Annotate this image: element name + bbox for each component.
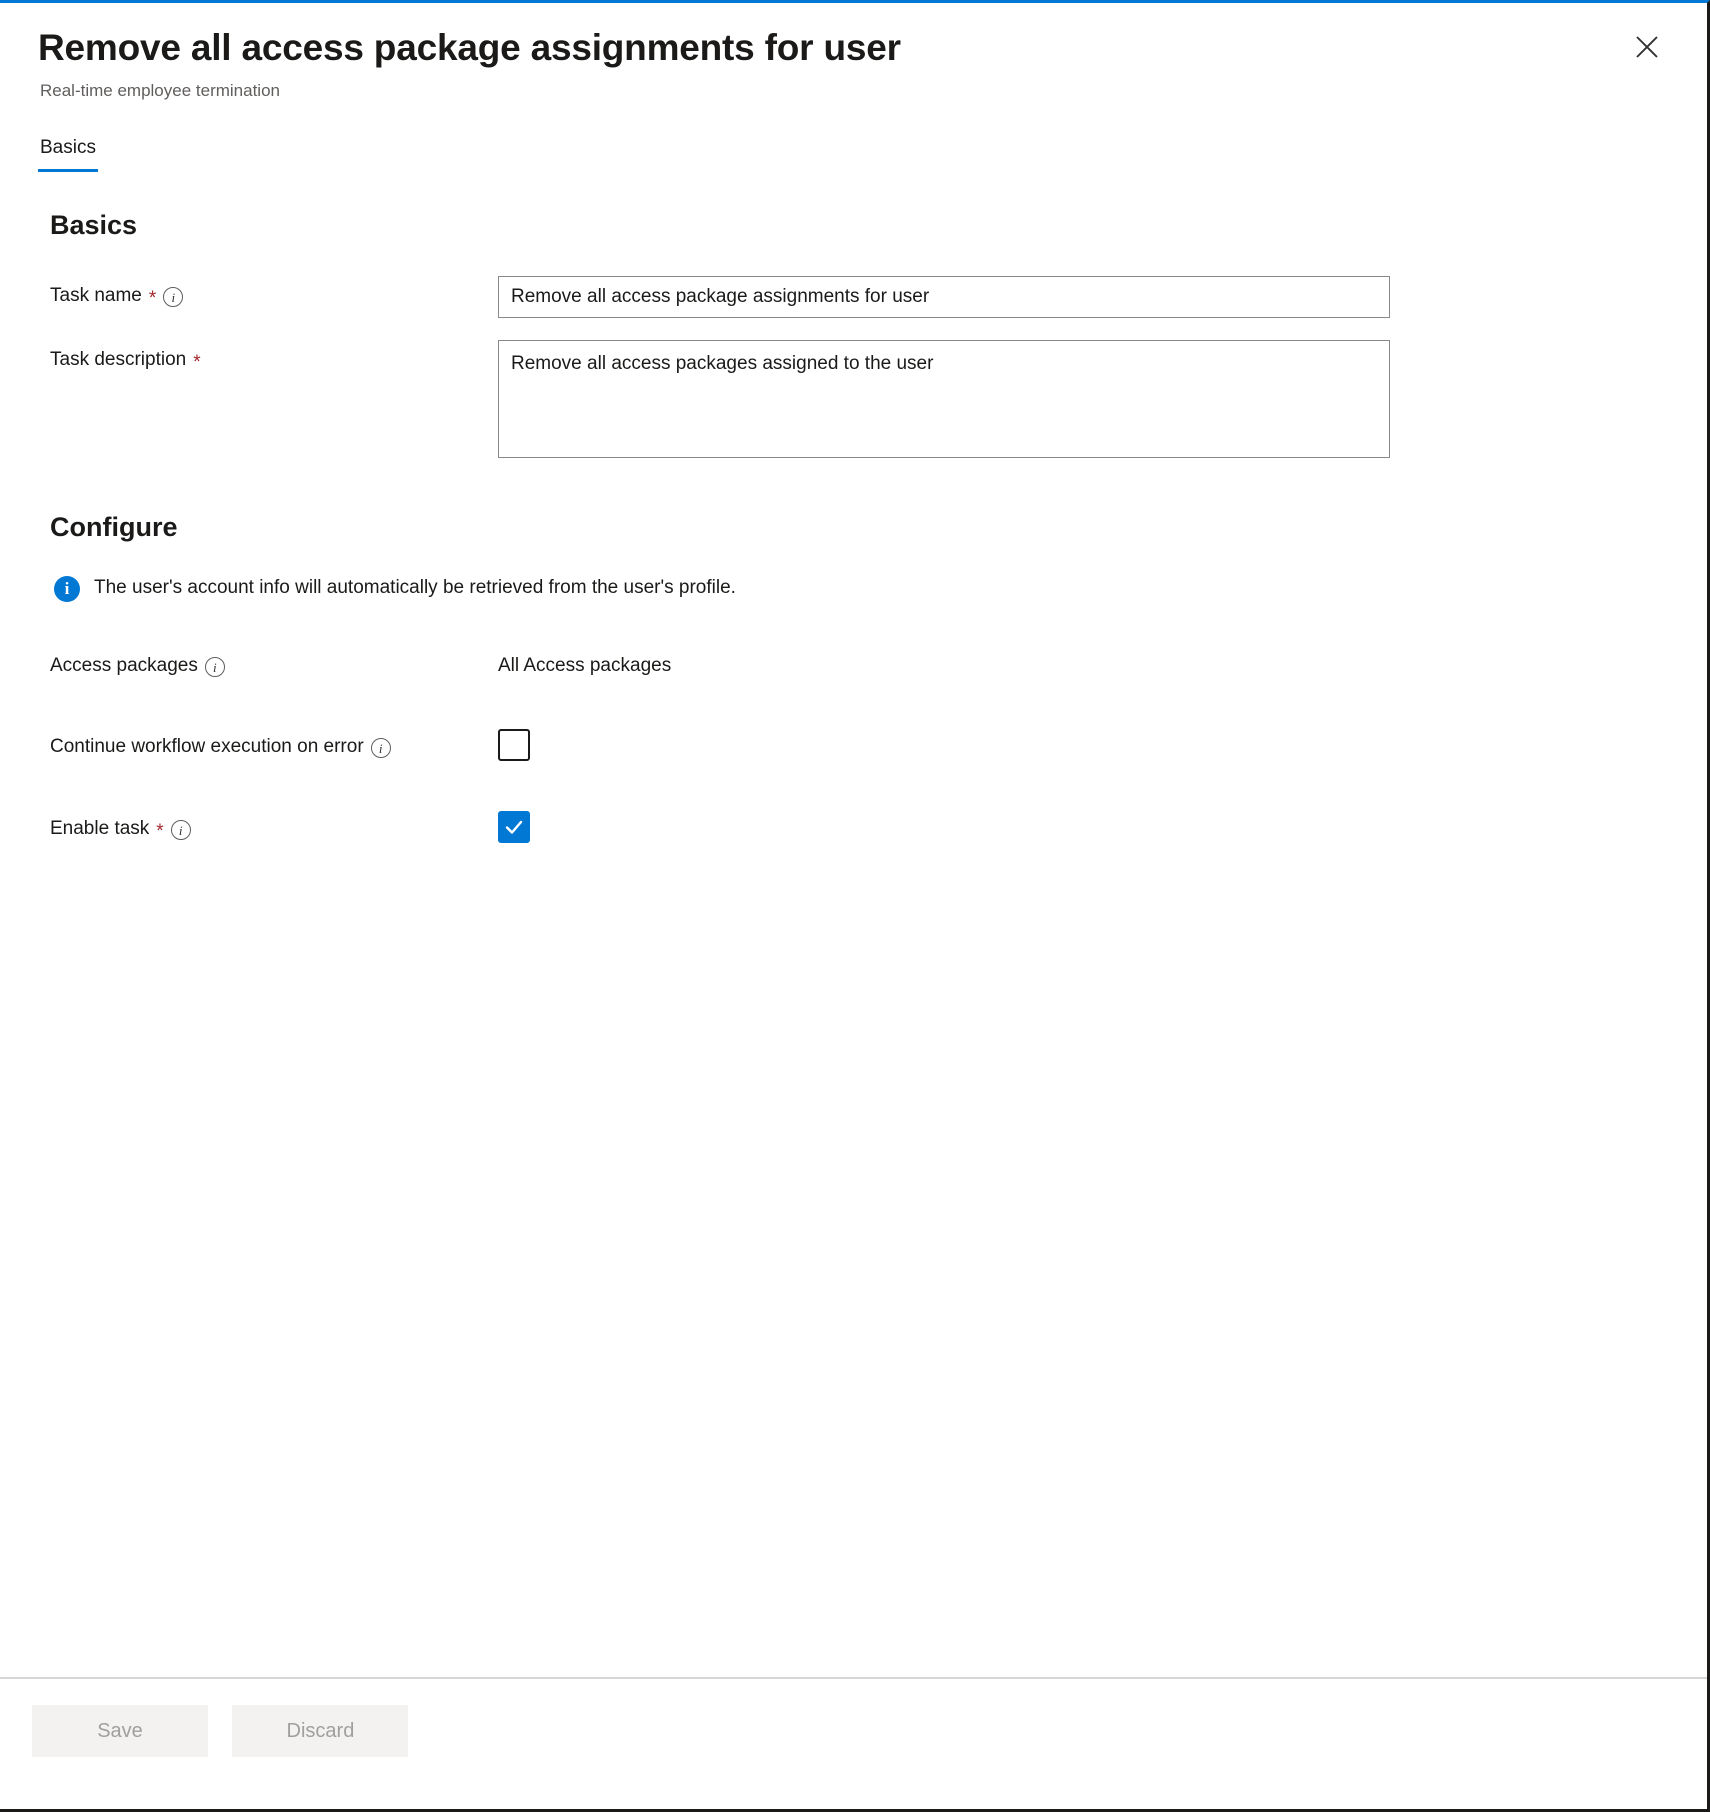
blade-container: Remove all access package assignments fo… (0, 0, 1710, 1812)
page-subtitle: Real-time employee termination (40, 81, 280, 100)
close-button[interactable] (1621, 21, 1673, 73)
save-button[interactable]: Save (32, 1705, 208, 1757)
page-title: Remove all access package assignments fo… (38, 27, 901, 68)
info-banner: i The user's account info will automatic… (54, 574, 1667, 602)
blade-footer: Save Discard (0, 1677, 1707, 1809)
form-row-access-packages: Access packages i All Access packages (50, 646, 1667, 679)
blade-body: Basics Task name * i Task description * … (0, 172, 1707, 1677)
info-icon: i (54, 576, 80, 602)
section-heading-configure: Configure (50, 512, 178, 542)
task-description-textarea[interactable] (498, 340, 1390, 458)
discard-button[interactable]: Discard (232, 1705, 409, 1757)
enable-task-checkbox[interactable] (498, 811, 530, 843)
form-row-enable-task: Enable task * i (50, 809, 1667, 843)
task-name-input[interactable] (498, 276, 1390, 318)
access-packages-label: Access packages (50, 655, 198, 676)
blade-header: Remove all access package assignments fo… (0, 3, 1707, 103)
form-row-task-name: Task name * i (50, 276, 1667, 318)
checkmark-icon (503, 816, 525, 838)
continue-on-error-label-group: Continue workflow execution on error i (50, 727, 498, 760)
tab-basics[interactable]: Basics (38, 135, 98, 172)
section-heading-basics: Basics (50, 210, 138, 240)
access-packages-label-group: Access packages i (50, 646, 498, 679)
continue-on-error-checkbox[interactable] (498, 729, 530, 761)
required-asterisk: * (156, 820, 164, 842)
info-icon[interactable]: i (370, 738, 391, 758)
info-banner-text: The user's account info will automatical… (94, 577, 736, 598)
task-description-label: Task description (50, 349, 187, 370)
info-icon[interactable]: i (204, 657, 225, 677)
task-description-label-group: Task description * (50, 340, 498, 373)
enable-task-label-group: Enable task * i (50, 809, 498, 842)
info-icon[interactable]: i (170, 820, 191, 840)
tab-strip: Basics (0, 103, 1707, 172)
close-icon (1634, 34, 1660, 60)
form-row-task-description: Task description * (50, 340, 1667, 458)
enable-task-label: Enable task (50, 818, 150, 839)
task-name-label-group: Task name * i (50, 276, 498, 309)
task-name-label: Task name (50, 285, 142, 306)
continue-on-error-label: Continue workflow execution on error (50, 736, 364, 757)
required-asterisk: * (148, 287, 157, 309)
info-icon[interactable]: i (163, 287, 184, 307)
access-packages-value: All Access packages (498, 655, 672, 676)
required-asterisk: * (193, 351, 201, 373)
form-row-continue-on-error: Continue workflow execution on error i (50, 727, 1667, 761)
